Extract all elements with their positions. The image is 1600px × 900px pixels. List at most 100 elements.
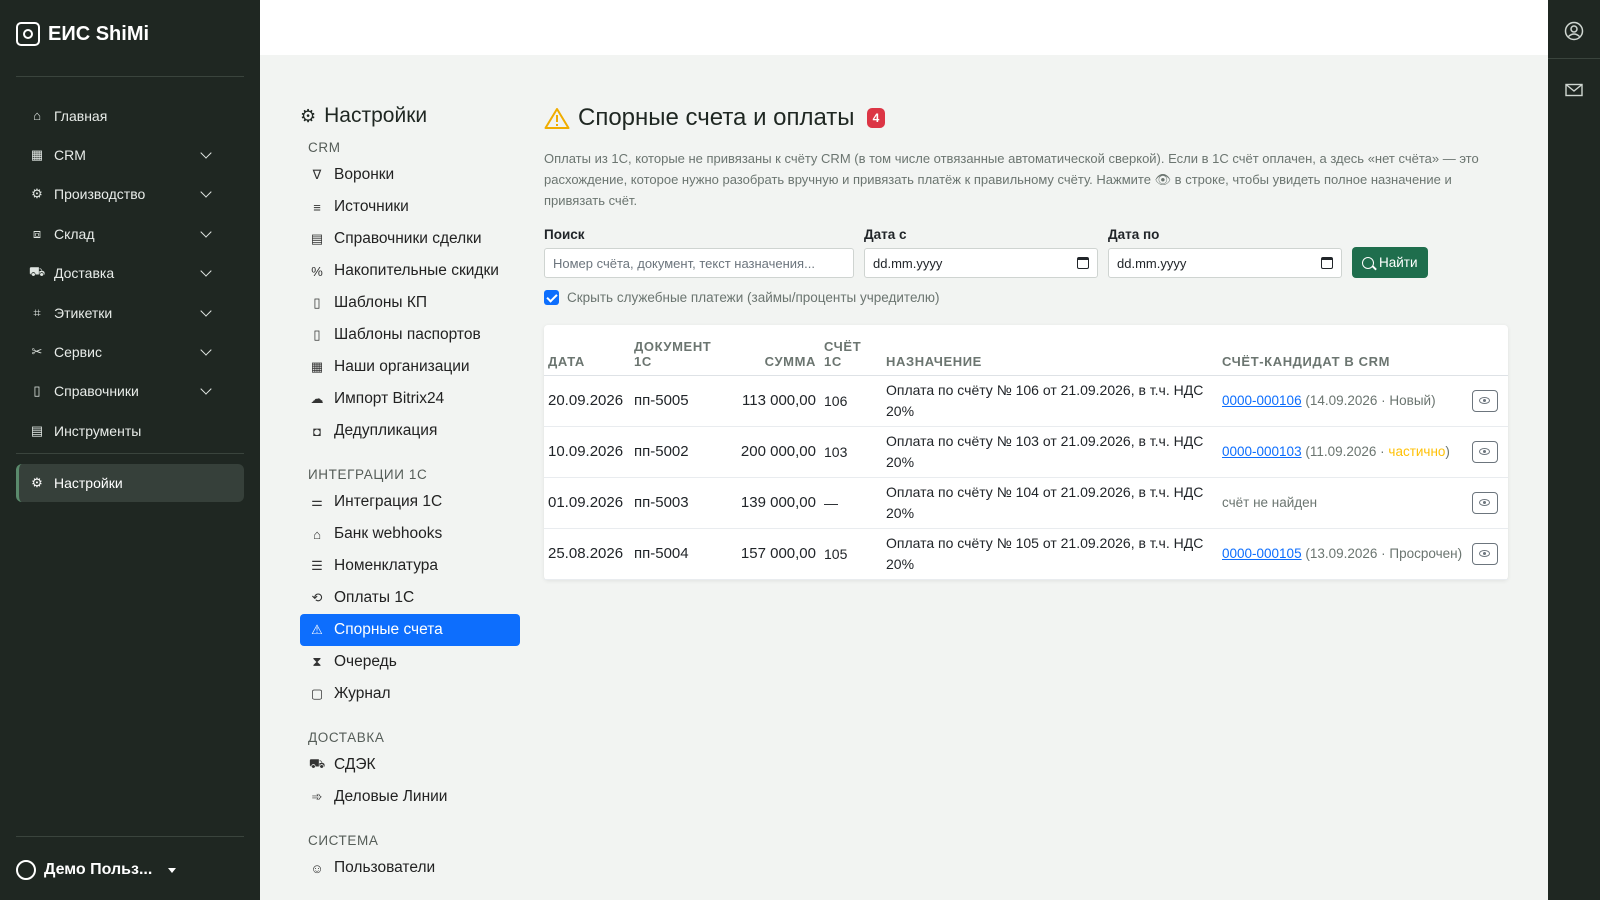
sidebar-item-6[interactable]: ✂ Сервис <box>16 332 244 371</box>
sidebar-item-2[interactable]: ⚙ Производство <box>16 175 244 214</box>
date-from-value: dd.mm.yyyy <box>873 255 943 271</box>
cell-candidate: 0000-000103 (11.09.2026 · частично) <box>1218 426 1468 478</box>
col-invoice-1c[interactable]: СЧЁТ 1С <box>820 325 882 376</box>
settings-title: ⚙ Настройки <box>300 104 520 128</box>
cell-amount: 157 000,00 <box>726 528 820 580</box>
date-to-value: dd.mm.yyyy <box>1117 255 1187 271</box>
chevron-down-icon[interactable] <box>200 345 214 359</box>
col-document[interactable]: ДОКУМЕНТ 1С <box>630 325 726 376</box>
sidebar-item-7[interactable]: ▯ Справочники <box>16 372 244 411</box>
chevron-down-icon[interactable] <box>200 148 214 162</box>
cell-candidate: 0000-000106 (14.09.2026 · Новый) <box>1218 375 1468 427</box>
settings-item-0-1[interactable]: ≡ Источники <box>300 191 520 223</box>
settings-item-2-0[interactable]: ⛟ СДЭК <box>300 749 520 781</box>
col-purpose[interactable]: НАЗНАЧЕНИЕ <box>882 325 1218 376</box>
settings-item-0-8[interactable]: ◘ Дедупликация <box>300 415 520 447</box>
sidebar-item-label: Инструменты <box>54 422 142 439</box>
sidebar-divider <box>16 836 244 837</box>
settings-item-1-4[interactable]: ⚠ Спорные счета <box>300 614 520 646</box>
table-row: 10.09.2026 пп-5002 200 000,00 103 Оплата по … <box>544 426 1508 478</box>
user-avatar-icon <box>16 860 36 880</box>
calendar-icon[interactable] <box>1321 257 1333 269</box>
sliders-icon: ⚌ <box>311 494 323 509</box>
chevron-down-icon[interactable] <box>200 227 214 241</box>
settings-section-heading: CRM <box>308 140 341 155</box>
brand[interactable]: ЕИС ShiMi <box>16 22 149 46</box>
settings-section-heading: СИСТЕМА <box>308 833 379 848</box>
find-button[interactable]: Найти <box>1352 247 1428 278</box>
candidate-meta: (13.09.2026 · Просрочен) <box>1305 546 1463 561</box>
list-icon: ☰ <box>311 558 323 573</box>
eye-icon[interactable] <box>1472 440 1498 463</box>
col-date[interactable]: ДАТА <box>544 325 630 376</box>
search-input[interactable]: Номер счёта, документ, текст назначения.… <box>544 248 854 278</box>
chevron-down-icon[interactable] <box>200 306 214 320</box>
sidebar-item-label: CRM <box>54 147 86 164</box>
filters-bar: Поиск Номер счёта, документ, текст назна… <box>544 227 1508 278</box>
col-candidate[interactable]: СЧЁТ-КАНДИДАТ В CRM <box>1218 325 1468 376</box>
eye-icon[interactable] <box>1472 542 1498 565</box>
box-icon: ⧈ <box>32 225 42 241</box>
sidebar-item-8[interactable]: ▤ Инструменты <box>16 411 244 450</box>
date-to-input[interactable]: dd.mm.yyyy <box>1108 248 1342 278</box>
hide-service-label[interactable]: Скрыть служебные платежи (займы/проценты… <box>567 290 940 305</box>
calendar-icon[interactable] <box>1077 257 1089 269</box>
settings-item-0-0[interactable]: ∇ Воронки <box>300 159 520 191</box>
cell-actions <box>1468 426 1508 478</box>
settings-item-label: Источники <box>334 198 409 215</box>
settings-item-1-3[interactable]: ⟲ Оплаты 1С <box>300 582 520 614</box>
chevron-down-icon[interactable] <box>200 266 214 280</box>
settings-gear-icon: ⚙ <box>300 105 317 126</box>
user-menu[interactable]: Демо Польз... <box>16 860 177 880</box>
sidebar-item-1[interactable]: ▦ CRM <box>16 135 244 174</box>
settings-item-1-6[interactable]: ▢ Журнал <box>300 678 520 710</box>
date-from-input[interactable]: dd.mm.yyyy <box>864 248 1098 278</box>
sidebar-item-0[interactable]: ⌂ Главная <box>16 96 244 135</box>
cell-candidate: счёт не найден <box>1218 477 1468 529</box>
col-amount[interactable]: СУММА <box>726 325 820 376</box>
settings-gear-icon: ⚙ <box>31 475 43 490</box>
settings-item-0-5[interactable]: ▯ Шаблоны паспортов <box>300 319 520 351</box>
candidate-invoice-link[interactable]: 0000-000105 <box>1222 546 1302 561</box>
cell-invoice-1c: 106 <box>820 375 882 427</box>
sidebar-item-4[interactable]: ⛟ Доставка <box>16 254 244 293</box>
settings-item-0-3[interactable]: % Накопительные скидки <box>300 255 520 287</box>
settings-item-3-0[interactable]: ☺ Пользователи <box>300 852 520 884</box>
count-badge: 4 <box>866 108 886 128</box>
settings-item-2-1[interactable]: ➾ Деловые Линии <box>300 781 520 813</box>
settings-item-1-2[interactable]: ☰ Номенклатура <box>300 550 520 582</box>
settings-item-0-2[interactable]: ▤ Справочники сделки <box>300 223 520 255</box>
settings-item-1-5[interactable]: ⧗ Очередь <box>300 646 520 678</box>
candidate-close: ) <box>1445 444 1450 459</box>
table-row: 20.09.2026 пп-5005 113 000,00 106 Оплата по … <box>544 375 1508 427</box>
sidebar-item-settings[interactable]: ⚙ Настройки <box>16 464 244 502</box>
hide-service-row: Скрыть служебные платежи (займы/проценты… <box>544 290 1508 305</box>
settings-item-1-1[interactable]: ⌂ Банк webhooks <box>300 518 520 550</box>
search-icon <box>1362 256 1374 269</box>
settings-item-0-6[interactable]: ▦ Наши организации <box>300 351 520 383</box>
candidate-invoice-link[interactable]: 0000-000103 <box>1222 444 1302 459</box>
chevron-down-icon[interactable] <box>200 187 214 201</box>
mail-icon[interactable] <box>1564 80 1584 100</box>
settings-item-label: Справочники сделки <box>334 230 482 247</box>
settings-item-0-4[interactable]: ▯ Шаблоны КП <box>300 287 520 319</box>
settings-item-label: Шаблоны КП <box>334 294 428 311</box>
candidate-invoice-link[interactable]: 0000-000106 <box>1222 393 1302 408</box>
chevron-down-icon[interactable] <box>200 384 214 398</box>
hide-service-checkbox[interactable] <box>544 290 559 305</box>
user-circle-icon[interactable] <box>1564 21 1584 41</box>
sidebar-item-3[interactable]: ⧈ Склад <box>16 214 244 253</box>
main-sidebar: ЕИС ShiMi ⌂ Главная ▦ CRM ⚙ Производство ⧈ Скла… <box>0 0 260 900</box>
eye-icon[interactable] <box>1472 389 1498 412</box>
settings-item-label: Импорт Bitrix24 <box>334 390 445 407</box>
settings-item-1-0[interactable]: ⚌ Интеграция 1С <box>300 486 520 518</box>
truck-icon: ⛟ <box>308 756 326 771</box>
sidebar-item-5[interactable]: ⌗ Этикетки <box>16 293 244 332</box>
settings-item-0-7[interactable]: ☁ Импорт Bitrix24 <box>300 383 520 415</box>
right-rail <box>1548 0 1600 900</box>
settings-item-label: Спорные счета <box>334 621 443 638</box>
settings-title-text: Настройки <box>324 104 428 127</box>
eye-icon[interactable] <box>1472 491 1498 514</box>
hourglass-icon: ⧗ <box>312 654 322 669</box>
percent-icon: % <box>311 263 323 279</box>
